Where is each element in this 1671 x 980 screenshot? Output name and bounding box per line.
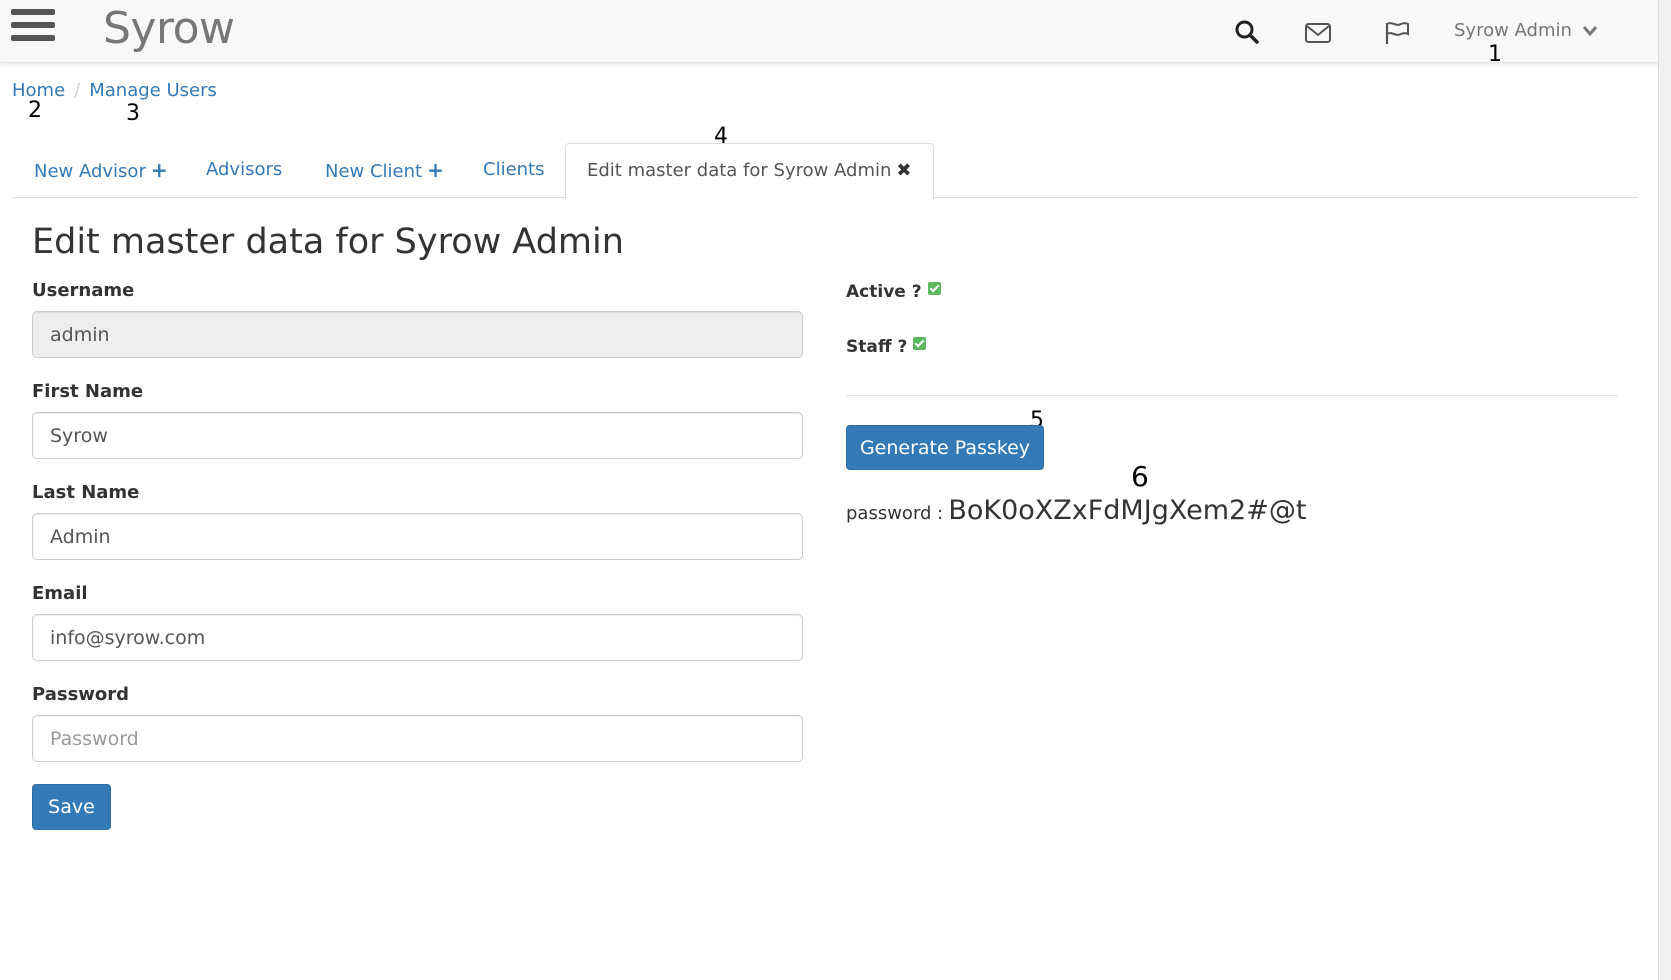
password-field[interactable] xyxy=(32,715,803,762)
divider xyxy=(846,395,1618,396)
tab-label: Edit master data for Syrow Admin xyxy=(587,160,892,181)
tab-advisors[interactable]: Advisors xyxy=(206,143,282,197)
email-label: Email xyxy=(32,583,88,604)
plus-icon: + xyxy=(150,158,168,182)
close-icon[interactable]: ✖ xyxy=(896,160,911,181)
search-icon[interactable] xyxy=(1234,19,1262,47)
staff-checkbox-row: Staff ? xyxy=(846,337,927,357)
envelope-icon[interactable] xyxy=(1304,21,1332,49)
password-output-label: password : xyxy=(846,503,944,524)
menu-icon[interactable] xyxy=(11,9,55,49)
page-scrollbar[interactable] xyxy=(1658,0,1671,980)
username-field[interactable] xyxy=(32,311,803,358)
last-name-label: Last Name xyxy=(32,482,140,503)
email-field[interactable] xyxy=(32,614,803,661)
username-label: Username xyxy=(32,280,135,301)
annotation-marker-3: 3 xyxy=(126,101,140,126)
save-button[interactable]: Save xyxy=(32,784,111,830)
user-menu-label: Syrow Admin xyxy=(1454,20,1572,41)
page-title: Edit master data for Syrow Admin xyxy=(32,222,624,262)
generated-password-row: password : BoK0oXZxFdMJgXem2#@t xyxy=(846,495,1306,526)
annotation-marker-2: 2 xyxy=(28,98,42,123)
active-checkbox[interactable] xyxy=(927,282,941,295)
password-label: Password xyxy=(32,684,130,705)
tab-edit-master-data[interactable]: Edit master data for Syrow Admin ✖ xyxy=(565,143,934,199)
top-navbar: Syrow Syrow Admin xyxy=(0,0,1658,63)
tab-clients[interactable]: Clients xyxy=(483,143,545,197)
active-label: Active ? xyxy=(846,282,922,302)
chevron-down-icon xyxy=(1582,21,1598,42)
annotation-marker-6: 6 xyxy=(1131,460,1149,493)
annotation-marker-1: 1 xyxy=(1488,42,1502,67)
generate-passkey-button[interactable]: Generate Passkey xyxy=(846,425,1044,470)
last-name-field[interactable] xyxy=(32,513,803,560)
tab-new-advisor[interactable]: New Advisor + xyxy=(34,143,168,197)
breadcrumb-home-link[interactable]: Home xyxy=(12,80,65,101)
first-name-field[interactable] xyxy=(32,412,803,459)
generated-password-value: BoK0oXZxFdMJgXem2#@t xyxy=(948,495,1307,526)
breadcrumb: Home / Manage Users xyxy=(12,80,217,101)
breadcrumb-separator: / xyxy=(74,80,81,101)
active-checkbox-row: Active ? xyxy=(846,282,941,302)
first-name-label: First Name xyxy=(32,381,144,402)
brand-logo[interactable]: Syrow xyxy=(103,3,235,54)
staff-label: Staff ? xyxy=(846,337,908,357)
user-menu[interactable]: Syrow Admin xyxy=(1454,20,1598,42)
tab-new-client[interactable]: New Client + xyxy=(325,143,444,197)
tab-label: New Advisor xyxy=(34,161,146,182)
tab-label: New Client xyxy=(325,161,423,182)
plus-icon: + xyxy=(427,158,444,182)
flag-icon[interactable] xyxy=(1383,20,1411,48)
tab-bar: New Advisor + Advisors New Client + Client… xyxy=(12,143,1638,199)
breadcrumb-manage-users-link[interactable]: Manage Users xyxy=(89,80,217,101)
staff-checkbox[interactable] xyxy=(913,337,927,350)
